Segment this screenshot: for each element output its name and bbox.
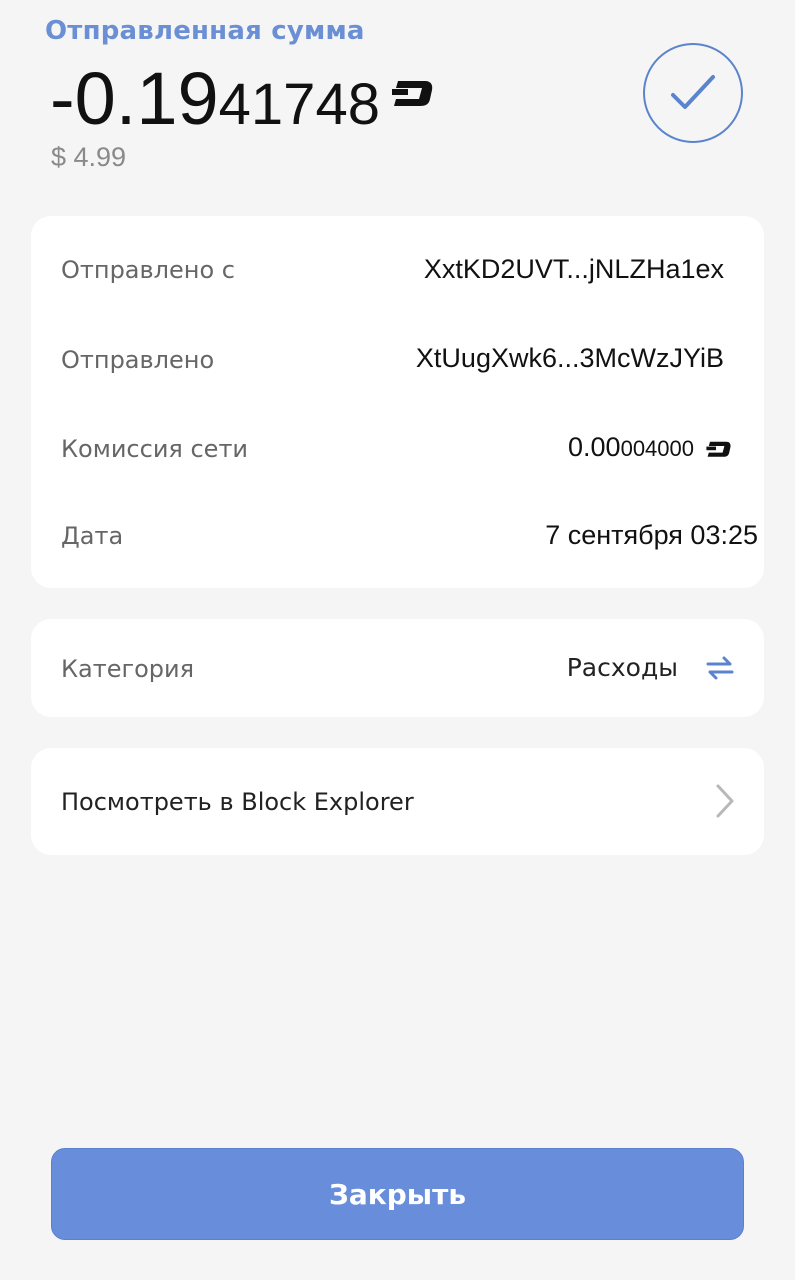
chevron-right-icon — [714, 782, 736, 824]
dash-icon — [391, 78, 434, 112]
sent-from-address[interactable]: XxtKD2UVT...jNLZHa1ex — [424, 254, 724, 285]
amount-tail: 41748 — [218, 72, 380, 137]
sent-from-label: Отправлено с — [61, 256, 235, 284]
sent-to-label: Отправлено — [61, 346, 215, 374]
network-fee-value: 0.00 004000 — [568, 432, 732, 463]
sent-to-address[interactable]: XtUugXwk6...3McWzJYiB — [416, 343, 724, 374]
fee-tail: 004000 — [620, 436, 694, 461]
category-label: Категория — [61, 655, 195, 683]
date-label: Дата — [61, 522, 124, 550]
sent-amount: -0.19 41748 — [50, 62, 434, 136]
network-fee-label: Комиссия сети — [61, 435, 249, 463]
fiat-amount: $ 4.99 — [51, 142, 127, 172]
dash-icon — [706, 434, 732, 465]
repeat-icon[interactable] — [704, 653, 736, 687]
date-value: 7 сентября 03:25 — [545, 520, 758, 550]
block-explorer-link[interactable]: Посмотреть в Block Explorer — [31, 748, 764, 855]
page-title: Отправленная сумма — [45, 16, 365, 46]
category-value: Расходы — [566, 653, 678, 682]
checkmark-circle-icon — [643, 43, 743, 143]
block-explorer-label: Посмотреть в Block Explorer — [61, 788, 414, 816]
amount-main: -0.19 — [50, 57, 219, 140]
close-button[interactable]: Закрыть — [51, 1148, 744, 1240]
transaction-details-card: Отправлено с XxtKD2UVT...jNLZHa1ex Отпра… — [31, 216, 764, 588]
category-card[interactable]: Категория Расходы — [31, 619, 764, 717]
fee-main: 0.00 — [568, 432, 621, 462]
